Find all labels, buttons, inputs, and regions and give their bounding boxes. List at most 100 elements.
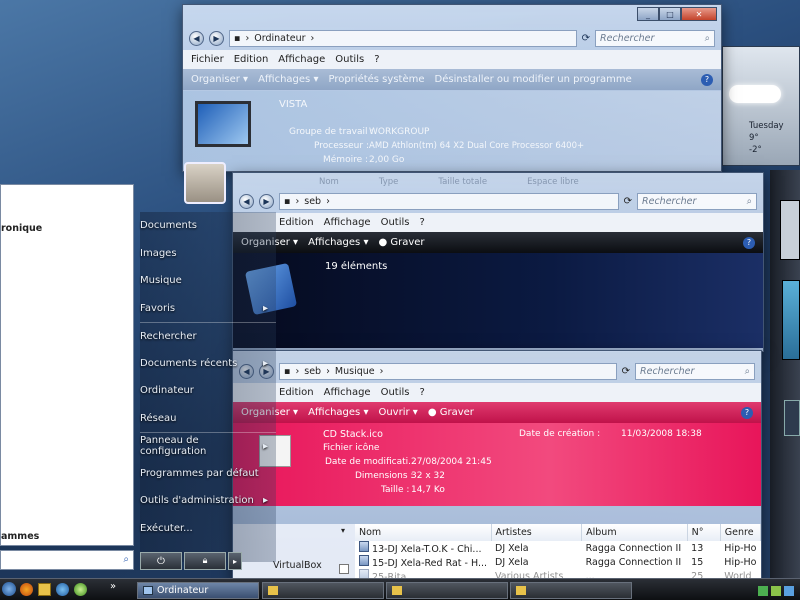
close-icon[interactable]: ✕ <box>681 7 717 21</box>
tray-volume-icon[interactable] <box>771 585 781 596</box>
menu-view[interactable]: Affichage <box>278 54 325 65</box>
burn-button[interactable]: ● Graver <box>378 237 424 248</box>
menu-edit[interactable]: Edition <box>279 387 314 398</box>
computer-name: VISTA <box>279 99 308 110</box>
refresh-icon[interactable]: ⟳ <box>624 196 632 207</box>
file-list: Nom Artistes Album N° Genre 13-DJ Xela-T… <box>355 524 762 583</box>
address-bar[interactable]: ▪ › seb › Musique › <box>279 362 617 380</box>
place-admin-tools[interactable]: Outils d'administration ▸ <box>140 487 276 515</box>
search-input[interactable]: Rechercher ⌕ <box>635 362 755 380</box>
back-icon[interactable]: ◀ <box>189 30 204 46</box>
taskbar-button[interactable] <box>262 582 384 599</box>
refresh-icon[interactable]: ⟳ <box>582 33 590 44</box>
search-input[interactable]: Rechercher ⌕ <box>637 192 757 210</box>
maximize-icon[interactable]: □ <box>659 7 681 21</box>
taskbar-button[interactable] <box>510 582 632 599</box>
menu-edit[interactable]: Edition <box>234 54 269 65</box>
breadcrumb-computer[interactable]: Ordinateur <box>254 33 305 44</box>
views-button[interactable]: Affichages ▾ <box>308 407 368 418</box>
place-network[interactable]: Réseau <box>140 405 276 433</box>
views-button[interactable]: Affichages ▾ <box>308 237 368 248</box>
quicklaunch-explorer-icon[interactable] <box>38 583 51 596</box>
quicklaunch-firefox-icon[interactable] <box>20 583 33 596</box>
organize-button[interactable]: Organiser ▾ <box>191 74 248 85</box>
column-album[interactable]: Album <box>581 524 688 541</box>
search-icon[interactable]: ⌕ <box>123 554 129 565</box>
detail-filetype: Fichier icône <box>323 443 380 453</box>
nav-collapse-icon[interactable]: ▾ <box>341 526 345 535</box>
quicklaunch-expand-icon[interactable]: » <box>110 581 116 592</box>
quicklaunch-media-icon[interactable] <box>74 583 87 596</box>
place-pictures[interactable]: Images <box>140 240 276 268</box>
uninstall-button[interactable]: Désinstaller ou modifier un programme <box>435 74 632 85</box>
search-icon[interactable]: ⌕ <box>747 196 752 207</box>
place-recent[interactable]: Documents récents ▸ <box>140 350 276 378</box>
details-pane: CD Stack.ico Date de création : 11/03/20… <box>233 423 761 506</box>
address-bar[interactable]: ▪ › seb › <box>279 192 619 210</box>
help-icon[interactable]: ? <box>741 406 753 419</box>
place-computer[interactable]: Ordinateur <box>140 377 276 405</box>
user-picture <box>184 162 226 204</box>
tray-app-icon[interactable] <box>784 585 794 596</box>
power-icon[interactable]: ⏻ <box>140 552 182 570</box>
open-button[interactable]: Ouvrir ▾ <box>378 407 417 418</box>
computer-window[interactable]: ◀ ▶ ▪ › Ordinateur › ⟳ Rechercher ⌕ Fich… <box>182 4 722 172</box>
menu-help[interactable]: ? <box>374 54 379 65</box>
burn-button[interactable]: ● Graver <box>428 407 474 418</box>
column-number[interactable]: N° <box>687 524 721 541</box>
table-row[interactable]: 15-DJ Xela-Red Rat - H... DJ Xela Ragga … <box>355 555 761 569</box>
search-icon[interactable]: ⌕ <box>705 33 710 44</box>
start-search-input[interactable]: ⌕ <box>0 550 134 570</box>
place-documents[interactable]: Documents <box>140 212 276 240</box>
breadcrumb-chevron-icon: › <box>295 365 300 377</box>
breadcrumb-music[interactable]: Musique <box>335 366 375 377</box>
menu-view[interactable]: Affichage <box>324 217 371 228</box>
column-genre[interactable]: Genre <box>720 524 762 541</box>
menu-help[interactable]: ? <box>420 217 425 228</box>
place-search[interactable]: Rechercher <box>140 322 276 350</box>
menu-edit[interactable]: Edition <box>279 217 314 228</box>
taskbar-button-computer[interactable]: Ordinateur <box>137 582 259 599</box>
menu-view[interactable]: Affichage <box>324 387 371 398</box>
music-window[interactable]: ◀ ▶ ▪ › seb › Musique › ⟳ Rechercher ⌕ E… <box>232 350 762 583</box>
column-name[interactable]: Nom <box>355 524 492 541</box>
address-bar[interactable]: ▪ › Ordinateur › <box>229 29 577 47</box>
power-options-icon[interactable]: ▸ <box>228 552 242 570</box>
menu-tools[interactable]: Outils <box>335 54 364 65</box>
program-item[interactable]: ronique <box>1 223 42 234</box>
tray-network-icon[interactable] <box>758 585 768 596</box>
place-default-programs[interactable]: Programmes par défaut <box>140 460 276 488</box>
checkbox[interactable] <box>339 564 349 574</box>
menu-help[interactable]: ? <box>420 387 425 398</box>
place-music[interactable]: Musique <box>140 267 276 295</box>
system-properties-button[interactable]: Propriétés système <box>328 74 424 85</box>
breadcrumb-seb[interactable]: seb <box>304 196 321 207</box>
help-icon[interactable]: ? <box>743 236 755 249</box>
menu-tools[interactable]: Outils <box>381 387 410 398</box>
column-artists[interactable]: Artistes <box>491 524 583 541</box>
help-icon[interactable]: ? <box>701 73 713 86</box>
table-row[interactable]: 13-DJ Xela-T.O.K - Chi... DJ Xela Ragga … <box>355 541 761 555</box>
quicklaunch-ie-icon[interactable] <box>56 583 69 596</box>
breadcrumb-seb[interactable]: seb <box>304 366 321 377</box>
place-favorites[interactable]: Favoris ▸ <box>140 295 276 323</box>
views-button[interactable]: Affichages ▾ <box>258 74 318 85</box>
menu-file[interactable]: Fichier <box>191 54 224 65</box>
lock-icon[interactable]: 🔒︎ <box>184 552 226 570</box>
minimize-icon[interactable]: _ <box>637 7 659 21</box>
start-orb-icon[interactable] <box>2 582 16 596</box>
menu-tools[interactable]: Outils <box>381 217 410 228</box>
search-input[interactable]: Rechercher ⌕ <box>595 29 715 47</box>
forward-icon[interactable]: ▶ <box>209 30 224 46</box>
taskbar-button[interactable] <box>386 582 508 599</box>
cell-number: 15 <box>691 556 704 568</box>
taskbar-button-label: Ordinateur <box>157 585 209 596</box>
all-programs-item[interactable]: ammes <box>1 531 39 542</box>
place-run[interactable]: Exécuter... <box>140 515 276 543</box>
user-folder-window[interactable]: Nom Type Taille totale Espace libre ◀ ▶ … <box>232 172 764 352</box>
refresh-icon[interactable]: ⟳ <box>622 366 630 377</box>
place-control-panel[interactable]: Panneau de configuration ▸ <box>140 432 276 460</box>
audio-file-icon <box>359 541 369 552</box>
search-icon[interactable]: ⌕ <box>745 366 750 377</box>
nav-item-virtualbox[interactable]: VirtualBox <box>273 560 322 571</box>
